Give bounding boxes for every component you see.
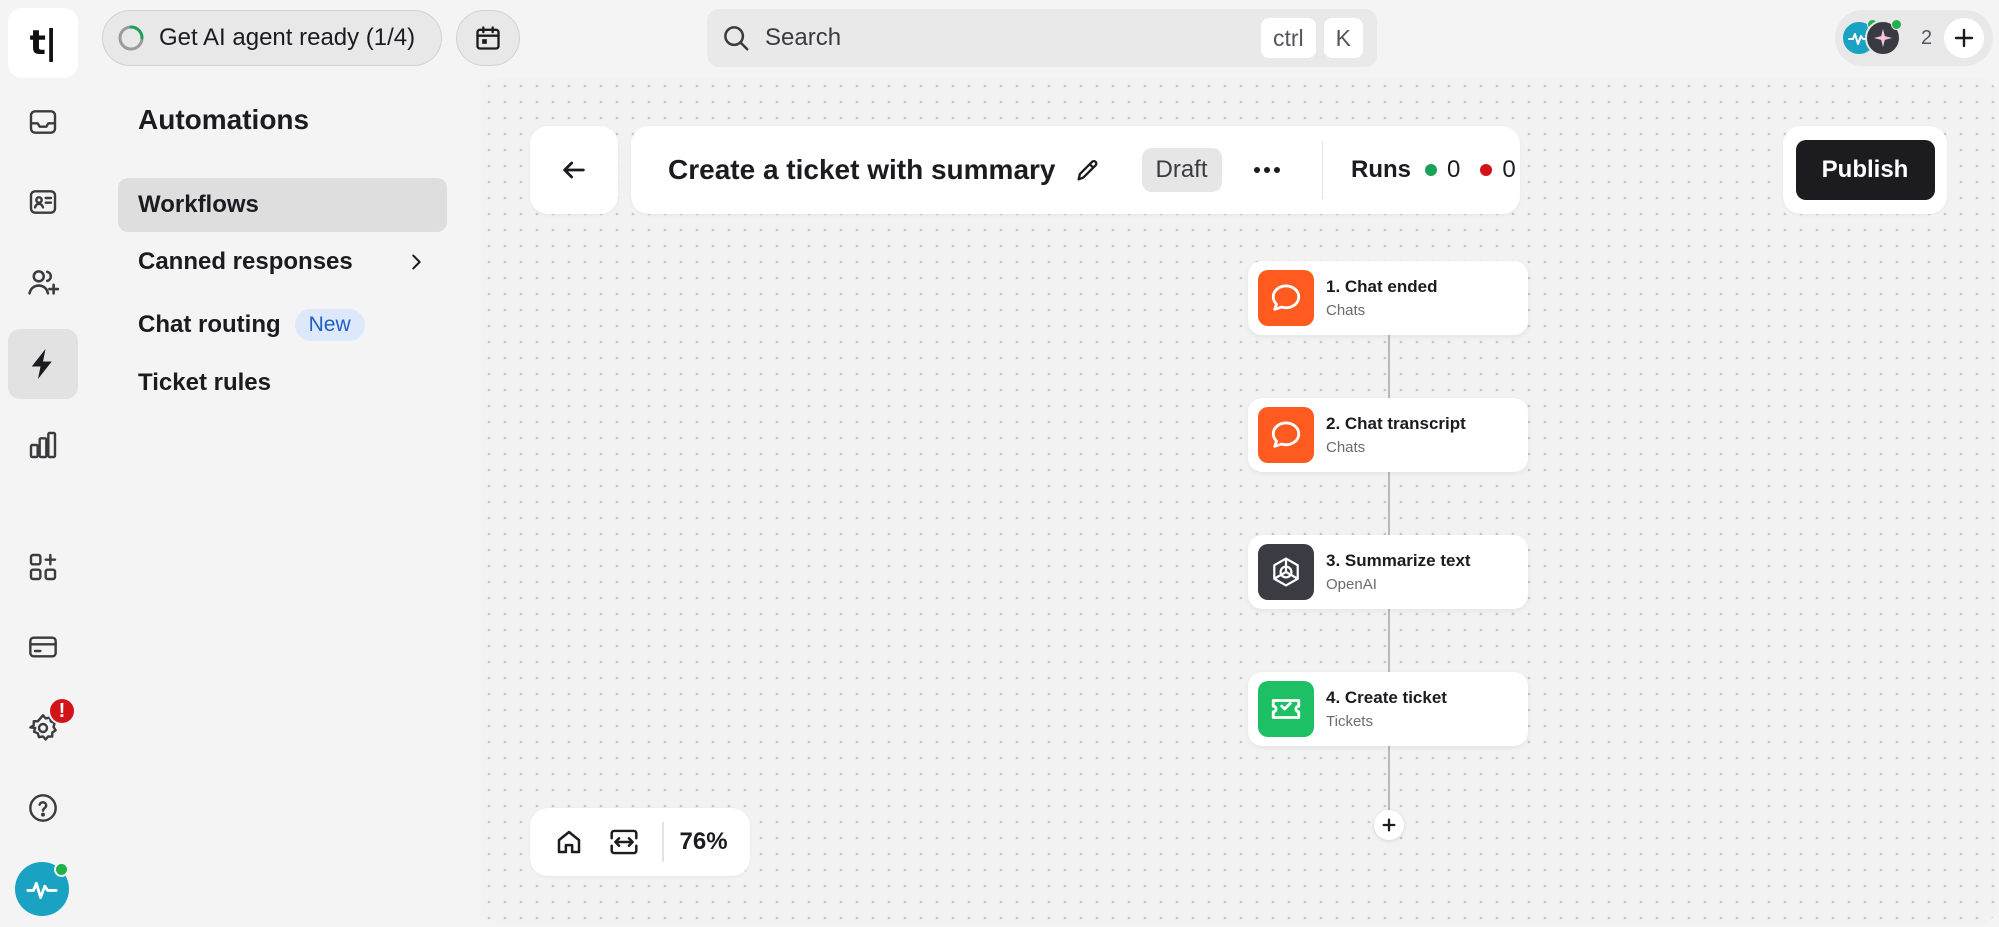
divider (1321, 141, 1324, 199)
add-user-icon (26, 265, 60, 299)
onboarding-progress-button[interactable]: Get AI agent ready (1/4) (102, 10, 442, 66)
nav-apps[interactable] (8, 532, 78, 602)
workflow-name: Create a ticket with summary (668, 154, 1056, 185)
plus-icon (1952, 26, 1976, 50)
publish-container: Publish (1783, 126, 1947, 214)
nav-reports[interactable] (8, 410, 78, 480)
shortcut-key-ctrl: ctrl (1260, 18, 1316, 58)
subnav-item-label: Chat routing (138, 311, 281, 338)
more-options-button[interactable] (1252, 165, 1282, 175)
fit-screen-icon (608, 827, 640, 857)
team-presence[interactable]: 2 (1835, 10, 1993, 66)
edit-name-button[interactable] (1074, 156, 1102, 184)
nav-help[interactable] (8, 773, 78, 843)
chat-bubble-icon (1258, 270, 1314, 326)
help-icon (27, 792, 59, 824)
presence-count: 2 (1921, 26, 1933, 49)
billing-card-icon (27, 631, 59, 663)
nav-team[interactable] (8, 247, 78, 317)
workflow-node-summarize-text[interactable]: 3. Summarize text OpenAI (1248, 535, 1528, 609)
shortcut-key-k: K (1323, 18, 1363, 58)
inbox-icon (27, 106, 59, 138)
subnav-item-chat-routing[interactable]: Chat routing New (118, 298, 447, 352)
app-logo[interactable]: t| (8, 8, 78, 78)
subnav-item-label: Canned responses (138, 248, 353, 275)
chevron-right-icon (405, 251, 427, 273)
home-icon (554, 827, 584, 857)
subnav-item-canned-responses[interactable]: Canned responses (118, 235, 447, 289)
nav-contacts[interactable] (8, 167, 78, 237)
workflow-node-create-ticket[interactable]: 4. Create ticket Tickets (1248, 672, 1528, 746)
contacts-card-icon (27, 186, 59, 218)
workflow-node-chat-ended[interactable]: 1. Chat ended Chats (1248, 261, 1528, 335)
calendar-button[interactable] (456, 10, 520, 66)
runs-label: Runs (1351, 156, 1412, 183)
publish-button[interactable]: Publish (1795, 140, 1935, 200)
subnav-item-ticket-rules[interactable]: Ticket rules (118, 356, 447, 410)
openai-icon (1258, 544, 1314, 600)
zoom-controls: 76% (530, 808, 750, 876)
node-title: 4. Create ticket (1326, 688, 1447, 707)
search-icon (721, 23, 751, 53)
subnav-item-label: Workflows (138, 191, 259, 218)
user-avatar[interactable] (15, 862, 69, 916)
node-subtitle: OpenAI (1326, 576, 1377, 593)
section-title: Automations (138, 104, 310, 135)
ai-agent-avatar[interactable] (1865, 19, 1902, 56)
node-subtitle: Chats (1326, 302, 1366, 319)
more-horizontal-icon (1252, 165, 1282, 175)
progress-ring-icon (117, 24, 145, 52)
success-dot-icon (1425, 164, 1438, 176)
calendar-icon (474, 24, 502, 52)
failed-dot-icon (1480, 164, 1493, 176)
settings-alert-badge: ! (48, 697, 76, 725)
arrow-left-icon (560, 156, 588, 184)
workflow-node-chat-transcript[interactable]: 2. Chat transcript Chats (1248, 398, 1528, 472)
nav-billing[interactable] (8, 612, 78, 682)
add-step-button[interactable] (1374, 810, 1404, 840)
nav-inbox[interactable] (8, 87, 78, 157)
node-connector (1388, 608, 1390, 672)
bar-chart-icon (27, 429, 59, 461)
subnav-item-label: Ticket rules (138, 369, 271, 396)
divider (662, 822, 664, 862)
apps-icon (27, 551, 59, 583)
node-title: 2. Chat transcript (1326, 414, 1466, 433)
node-title: 1. Chat ended (1326, 277, 1438, 296)
plus-icon (1381, 817, 1397, 833)
fit-view-button[interactable] (608, 827, 640, 857)
add-button[interactable] (1944, 18, 1985, 58)
ticket-icon (1258, 681, 1314, 737)
runs-success-count: 0 (1447, 156, 1461, 183)
node-connector (1388, 745, 1390, 811)
back-button[interactable] (530, 126, 618, 214)
search-bar[interactable]: Search ctrl K (707, 9, 1377, 67)
workflow-header: Create a ticket with summary Draft Runs … (631, 126, 1520, 214)
pencil-icon (1074, 156, 1102, 184)
lightning-icon (28, 347, 58, 381)
runs-summary[interactable]: Runs 0 0 (1351, 156, 1516, 184)
node-subtitle: Tickets (1326, 713, 1373, 730)
node-connector (1388, 334, 1390, 398)
chat-bubble-icon (1258, 407, 1314, 463)
onboarding-label: Get AI agent ready (1/4) (159, 24, 416, 51)
subnav-item-workflows[interactable]: Workflows (118, 178, 447, 232)
runs-failed-count: 0 (1502, 156, 1516, 183)
nav-automations[interactable] (8, 329, 78, 399)
new-badge: New (294, 309, 365, 341)
status-badge: Draft (1141, 148, 1222, 192)
zoom-level[interactable]: 76% (680, 828, 728, 856)
node-connector (1388, 471, 1390, 535)
search-input[interactable]: Search (765, 24, 1247, 52)
node-subtitle: Chats (1326, 439, 1366, 456)
node-title: 3. Summarize text (1326, 551, 1471, 570)
reset-view-button[interactable] (554, 827, 584, 857)
